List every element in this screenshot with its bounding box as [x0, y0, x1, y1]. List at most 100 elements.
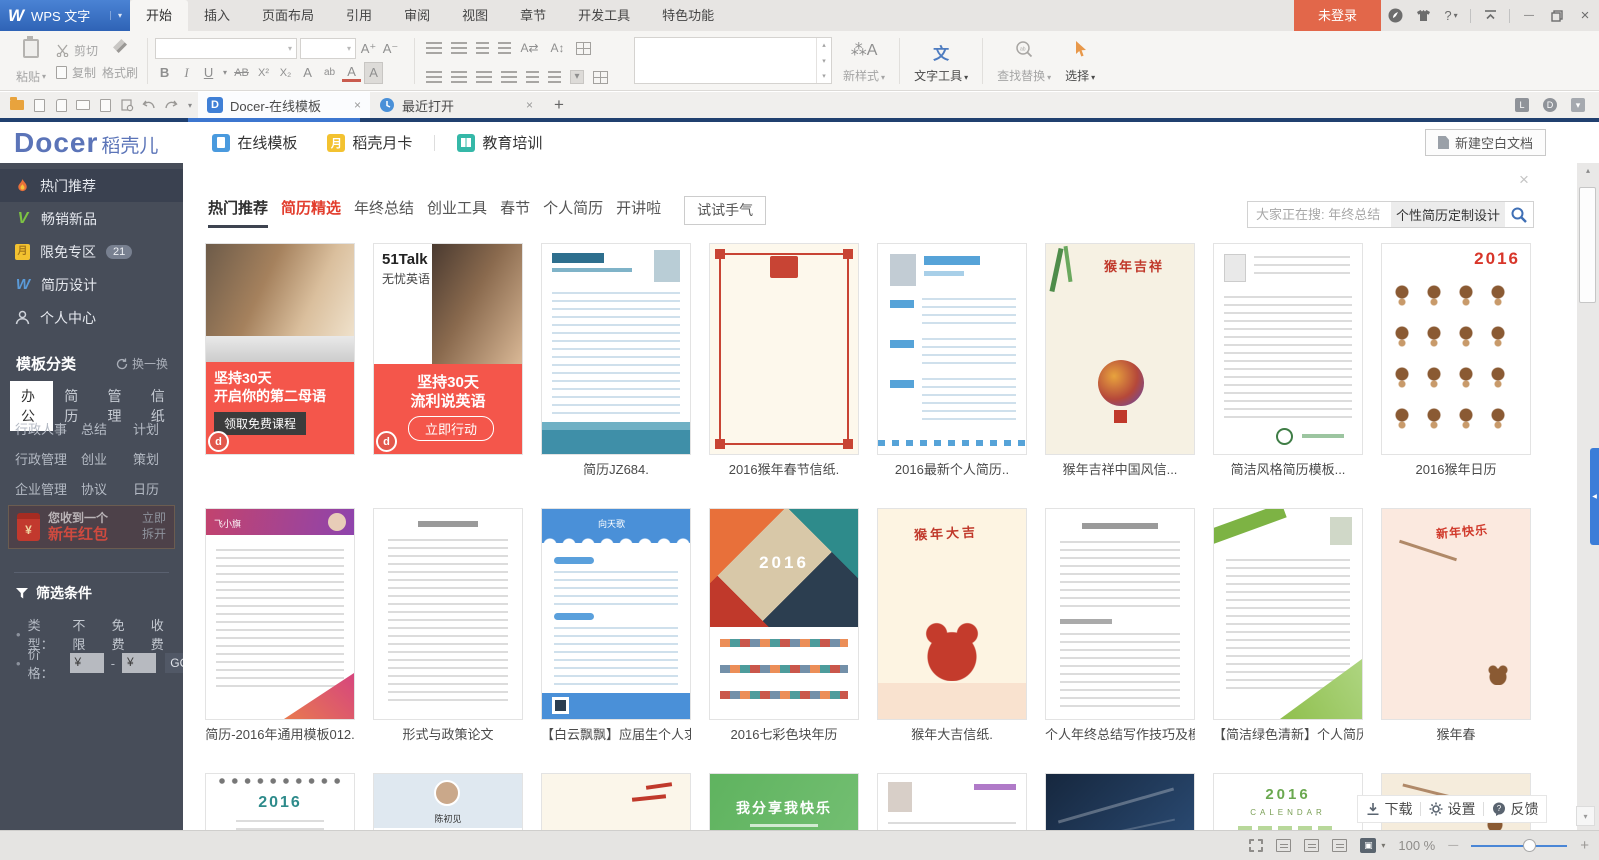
template-title[interactable]: 形式与政策论文	[373, 724, 523, 743]
template-title[interactable]: 简历-2016年通用模板012.	[205, 724, 355, 743]
align-center-icon[interactable]	[451, 71, 467, 83]
template-card[interactable]	[541, 773, 691, 830]
tab-insert[interactable]: 插入	[188, 0, 246, 31]
align-justify-icon[interactable]	[501, 71, 517, 83]
sidebar-item-new[interactable]: V 畅销新品	[0, 202, 183, 235]
nav-online-templates[interactable]: 在线模板	[204, 132, 305, 153]
ad-cta-button[interactable]: 立即行动	[408, 416, 494, 441]
template-card[interactable]	[1045, 773, 1195, 830]
red-packet-banner[interactable]: ¥ 您收到一个 新年红包 立即 拆开	[8, 505, 175, 549]
template-title[interactable]: 简洁风格简历模板...	[1213, 459, 1363, 478]
scrollbar-thumb[interactable]	[1579, 187, 1596, 303]
nav-education[interactable]: 教育培训	[449, 132, 550, 153]
save-icon[interactable]	[28, 94, 50, 116]
borders-icon[interactable]	[593, 71, 608, 84]
print-icon[interactable]	[72, 94, 94, 116]
find-replace-button[interactable]: ab 查找替换	[990, 36, 1058, 86]
template-card[interactable]: 陈初见	[373, 773, 523, 830]
wps-app-menu[interactable]: W WPS 文字	[0, 0, 130, 31]
template-title[interactable]: 2016猴年日历	[1381, 459, 1531, 478]
font-color-button[interactable]: A	[342, 64, 361, 82]
shading-icon[interactable]: ▾	[570, 70, 584, 84]
quick-access-menu[interactable]	[182, 101, 198, 110]
outline-view-icon[interactable]	[1304, 839, 1319, 852]
more-tools-icon[interactable]	[1571, 98, 1585, 112]
sidebar-item-hot[interactable]: 热门推荐	[0, 169, 183, 202]
tab-hot[interactable]: 热门推荐	[208, 197, 268, 224]
template-card[interactable]: 猴年大吉	[877, 508, 1027, 720]
table-icon[interactable]	[576, 42, 591, 55]
zoom-slider-knob[interactable]	[1523, 839, 1536, 852]
distribute-icon[interactable]	[526, 71, 539, 83]
align-left-icon[interactable]	[426, 71, 442, 83]
category-link[interactable]: 总结	[81, 419, 133, 438]
superscript-button[interactable]: X²	[254, 63, 273, 83]
doc-tab-recent[interactable]: 最近打开	[370, 92, 542, 118]
collapse-ribbon-icon[interactable]	[1476, 0, 1504, 31]
feedback-button[interactable]: ? 反馈	[1492, 799, 1539, 819]
template-card[interactable]	[1213, 508, 1363, 720]
restore-icon[interactable]	[1543, 0, 1571, 31]
minimize-icon[interactable]	[1515, 0, 1543, 31]
font-family-select[interactable]	[155, 38, 297, 59]
template-title[interactable]: 2016七彩色块年历	[709, 724, 859, 743]
align-right-icon[interactable]	[476, 71, 492, 83]
increase-font-button[interactable]: A⁺	[359, 39, 378, 59]
text-direction-icon[interactable]: A⇄	[520, 38, 539, 58]
tab-resume-picks[interactable]: 简历精选	[281, 197, 341, 224]
template-card[interactable]	[1045, 508, 1195, 720]
ad-cta-button[interactable]: 领取免费课程	[214, 412, 306, 435]
char-scale-icon[interactable]: A↕	[548, 38, 567, 58]
template-title[interactable]: 猴年大吉信纸.	[877, 724, 1027, 743]
search-input[interactable]	[1248, 207, 1391, 222]
tab-spring-festival[interactable]: 春节	[500, 197, 530, 224]
paste-button[interactable]: 粘贴	[8, 36, 54, 86]
category-link[interactable]: 日历	[133, 479, 175, 498]
tab-review[interactable]: 审阅	[388, 0, 446, 31]
template-title[interactable]: 猴年吉祥中国风信...	[1045, 459, 1195, 478]
template-card[interactable]: 飞小旗	[205, 508, 355, 720]
new-tab-icon[interactable]	[542, 95, 576, 115]
numbered-list-icon[interactable]	[451, 42, 467, 54]
print-preview-icon[interactable]	[94, 94, 116, 116]
preview-icon[interactable]	[116, 94, 138, 116]
tab-home[interactable]: 开始	[130, 0, 188, 31]
layout-switch-icon[interactable]: L	[1515, 98, 1529, 112]
template-card[interactable]: 2016	[1381, 243, 1531, 455]
template-card[interactable]	[1213, 243, 1363, 455]
tab-developer[interactable]: 开发工具	[562, 0, 646, 31]
open-icon[interactable]	[6, 94, 28, 116]
settings-button[interactable]: 设置	[1429, 799, 1476, 819]
template-card[interactable]	[541, 243, 691, 455]
doc-tab-docer[interactable]: D Docer-在线模板	[198, 92, 370, 118]
category-link[interactable]: 协议	[81, 479, 133, 498]
export-pdf-icon[interactable]	[50, 94, 72, 116]
refresh-button[interactable]: 换一换	[116, 355, 168, 372]
italic-button[interactable]: I	[177, 63, 196, 83]
category-link[interactable]: 策划	[133, 449, 175, 468]
tab-view[interactable]: 视图	[446, 0, 504, 31]
close-panel-icon[interactable]	[1519, 171, 1529, 188]
nav-docer-month-card[interactable]: 月 稻壳月卡	[319, 132, 420, 153]
pinyin-button[interactable]: ab	[320, 63, 339, 83]
style-gallery-scroll[interactable]	[816, 38, 831, 83]
page-view-icon[interactable]	[1276, 839, 1291, 852]
underline-button[interactable]: U	[199, 63, 218, 83]
template-title[interactable]: 【白云飘飘】应届生个人求...	[541, 724, 691, 743]
category-link[interactable]: 企业管理	[15, 479, 81, 498]
template-title[interactable]: 猴年春	[1381, 724, 1531, 743]
open-red-packet-button[interactable]: 立即 拆开	[142, 511, 166, 542]
strikethrough-button[interactable]: AB	[232, 63, 251, 83]
template-title[interactable]: 【简洁绿色清新】个人简历...	[1213, 724, 1363, 743]
template-card[interactable]: 2016 CALENDAR	[1213, 773, 1363, 830]
text-effect-button[interactable]: A	[298, 63, 317, 83]
underline-menu[interactable]	[221, 63, 229, 83]
close-tab-icon[interactable]	[526, 98, 533, 112]
tab-page-layout[interactable]: 页面布局	[246, 0, 330, 31]
sidebar-item-personal-center[interactable]: 个人中心	[0, 301, 183, 334]
zoom-slider[interactable]	[1471, 845, 1567, 847]
template-card[interactable]	[709, 243, 859, 455]
view-menu-icon[interactable]	[1381, 841, 1385, 850]
close-icon[interactable]	[1571, 0, 1599, 31]
char-shading-button[interactable]: A	[364, 62, 383, 84]
